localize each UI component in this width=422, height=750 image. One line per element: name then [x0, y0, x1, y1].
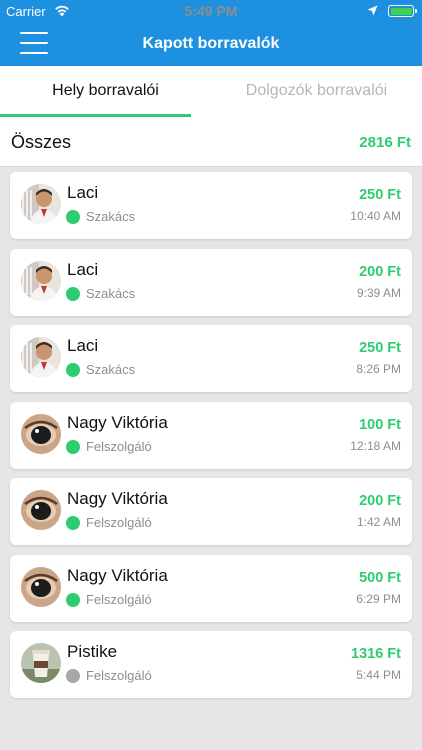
tip-amount: 500 Ft	[359, 569, 401, 586]
status-dot	[66, 592, 80, 607]
status-time: 5:49 PM	[184, 3, 238, 19]
employee-name: Pistike	[67, 642, 118, 661]
navigation-bar: Kapott borravalók	[0, 22, 422, 66]
tip-time: 1:42 AM	[356, 515, 401, 529]
total-label: Összes	[11, 132, 72, 152]
status-dot	[66, 363, 80, 377]
page-title: Kapott borravalók	[142, 35, 280, 52]
status-dot	[66, 210, 80, 224]
tip-card[interactable]: Nagy Viktória Felszolgáló 500 Ft 6:29 PM	[10, 554, 412, 622]
tips-list: Laci Szakács 250 Ft 10:40 AM Laci Szakác…	[10, 172, 412, 708]
chef-avatar	[21, 337, 61, 377]
status-dot	[66, 286, 80, 301]
employee-name: Laci	[67, 183, 99, 202]
tip-amount: 200 Ft	[359, 263, 401, 280]
status-bar: Carrier 5:49 PM	[0, 0, 422, 22]
tip-amount: 250 Ft	[359, 187, 401, 203]
tip-amount: 250 Ft	[359, 340, 401, 356]
employee-role: Felszolgáló	[86, 591, 152, 607]
status-dot	[66, 669, 80, 683]
tab-bar: Hely borravalói Dolgozók borravalói	[0, 66, 422, 117]
chef-avatar	[21, 260, 61, 301]
cup-avatar	[21, 643, 61, 683]
employee-role: Felszolgáló	[86, 668, 152, 683]
employee-name: Nagy Viktória	[67, 412, 168, 432]
battery-icon	[388, 5, 417, 17]
employee-name: Laci	[67, 336, 99, 355]
tip-card[interactable]: Pistike Felszolgáló 1316 Ft 5:44 PM	[10, 631, 412, 698]
tip-time: 9:39 AM	[356, 285, 401, 300]
status-dot	[66, 439, 80, 454]
employee-role: Felszolgáló	[86, 515, 152, 530]
employee-name: Nagy Viktória	[67, 489, 168, 508]
eye-avatar	[21, 566, 61, 607]
tip-time: 10:40 AM	[350, 209, 401, 223]
tip-time: 5:44 PM	[356, 668, 401, 682]
eye-avatar	[21, 413, 61, 454]
total-amount: 2816 Ft	[359, 134, 411, 151]
tip-amount: 200 Ft	[359, 493, 401, 509]
tip-time: 8:26 PM	[356, 362, 401, 376]
employee-role: Felszolgáló	[86, 438, 152, 454]
tip-card[interactable]: Laci Szakács 250 Ft 10:40 AM	[10, 172, 412, 239]
employee-name: Laci	[67, 259, 99, 279]
tip-card[interactable]: Nagy Viktória Felszolgáló 200 Ft 1:42 AM	[10, 478, 412, 545]
status-dot	[66, 516, 80, 530]
chef-avatar	[21, 184, 61, 224]
employee-role: Szakács	[86, 285, 136, 301]
tip-amount: 1316 Ft	[351, 646, 401, 662]
tip-card[interactable]: Laci Szakács 200 Ft 9:39 AM	[10, 248, 412, 316]
tab-employee-tips[interactable]: Dolgozók borravalói	[211, 66, 422, 117]
employee-name: Nagy Viktória	[67, 565, 168, 585]
employee-role: Szakács	[86, 362, 136, 377]
location-arrow-icon	[367, 5, 378, 16]
summary-row: Összes 2816 Ft	[0, 117, 422, 167]
tab-place-tips[interactable]: Hely borravalói	[0, 66, 211, 117]
tip-card[interactable]: Laci Szakács 250 Ft 8:26 PM	[10, 325, 412, 392]
employee-role: Szakács	[86, 209, 136, 224]
tip-amount: 100 Ft	[359, 416, 401, 433]
tip-time: 6:29 PM	[356, 591, 401, 606]
tip-time: 12:18 AM	[350, 438, 401, 453]
tip-card[interactable]: Nagy Viktória Felszolgáló 100 Ft 12:18 A…	[10, 401, 412, 469]
eye-avatar	[21, 490, 61, 530]
menu-line-icon	[20, 32, 48, 34]
